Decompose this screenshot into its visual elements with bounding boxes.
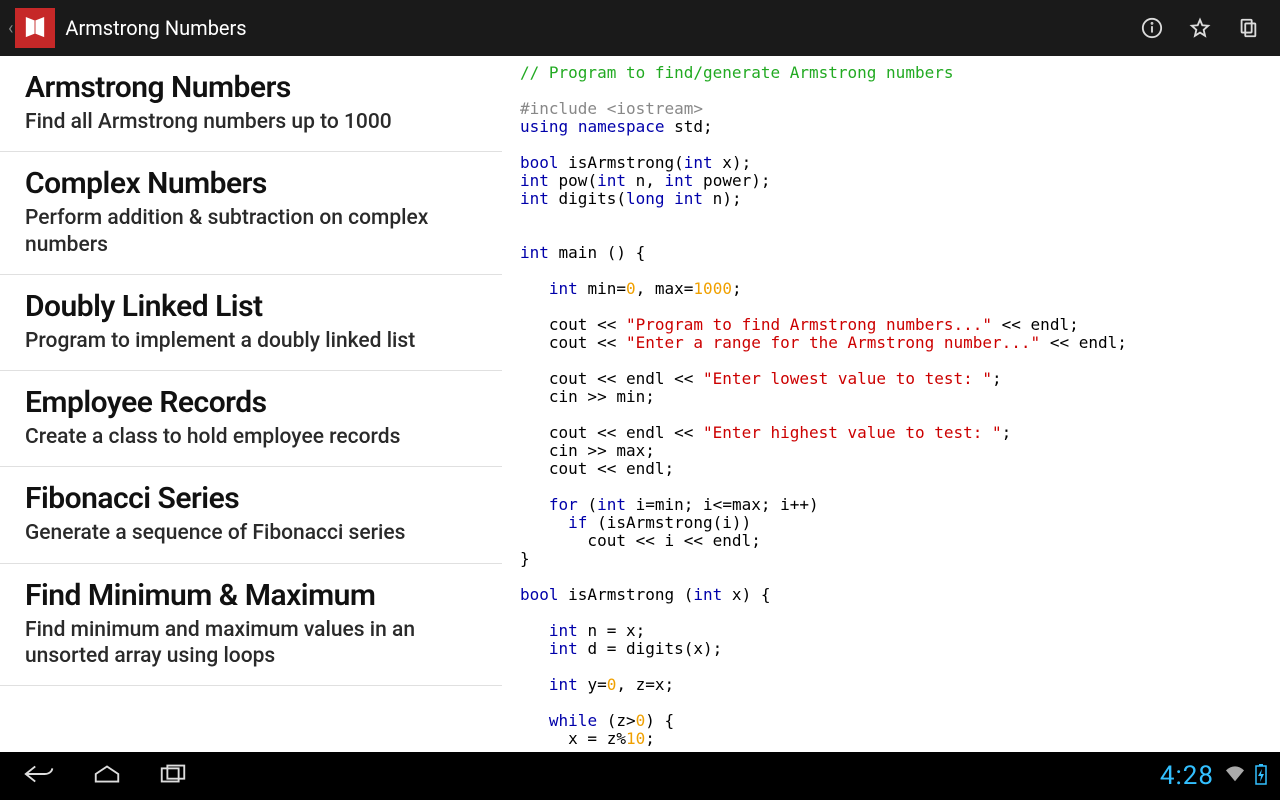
wifi-icon: [1224, 765, 1246, 787]
list-item[interactable]: Armstrong Numbers Find all Armstrong num…: [0, 56, 502, 152]
list-item[interactable]: Fibonacci Series Generate a sequence of …: [0, 467, 502, 563]
item-title: Fibonacci Series: [25, 481, 477, 516]
battery-icon: [1254, 763, 1268, 789]
item-title: Doubly Linked List: [25, 289, 477, 324]
app-logo-icon[interactable]: [15, 8, 55, 48]
item-subtitle: Generate a sequence of Fibonacci series: [25, 520, 477, 546]
item-subtitle: Perform addition & subtraction on comple…: [25, 205, 477, 258]
code-viewer[interactable]: // Program to find/generate Armstrong nu…: [502, 56, 1280, 752]
item-title: Find Minimum & Maximum: [25, 578, 477, 613]
item-title: Armstrong Numbers: [25, 70, 477, 105]
app-bar: ‹ Armstrong Numbers: [0, 0, 1280, 56]
item-title: Complex Numbers: [25, 166, 477, 201]
status-clock: 4:28: [1160, 761, 1214, 791]
item-title: Employee Records: [25, 385, 477, 420]
system-nav-bar: 4:28: [0, 752, 1280, 800]
item-subtitle: Find minimum and maximum values in an un…: [25, 617, 477, 670]
code-comment: // Program to find/generate Armstrong nu…: [520, 63, 953, 82]
back-caret-icon[interactable]: ‹: [8, 18, 13, 39]
item-subtitle: Create a class to hold employee records: [25, 424, 477, 450]
item-subtitle: Find all Armstrong numbers up to 1000: [25, 109, 477, 135]
page-title: Armstrong Numbers: [65, 16, 246, 40]
program-list[interactable]: Armstrong Numbers Find all Armstrong num…: [0, 56, 502, 752]
list-item[interactable]: Doubly Linked List Program to implement …: [0, 275, 502, 371]
home-icon[interactable]: [92, 762, 122, 790]
code-include: #include <iostream>: [520, 99, 703, 118]
item-subtitle: Program to implement a doubly linked lis…: [25, 328, 477, 354]
list-item[interactable]: Employee Records Create a class to hold …: [0, 371, 502, 467]
favorite-button[interactable]: [1176, 4, 1224, 52]
list-item[interactable]: Complex Numbers Perform addition & subtr…: [0, 152, 502, 275]
list-item[interactable]: Find Minimum & Maximum Find minimum and …: [0, 564, 502, 687]
back-icon[interactable]: [22, 762, 56, 790]
copy-button[interactable]: [1224, 4, 1272, 52]
info-button[interactable]: [1128, 4, 1176, 52]
recents-icon[interactable]: [158, 762, 188, 790]
